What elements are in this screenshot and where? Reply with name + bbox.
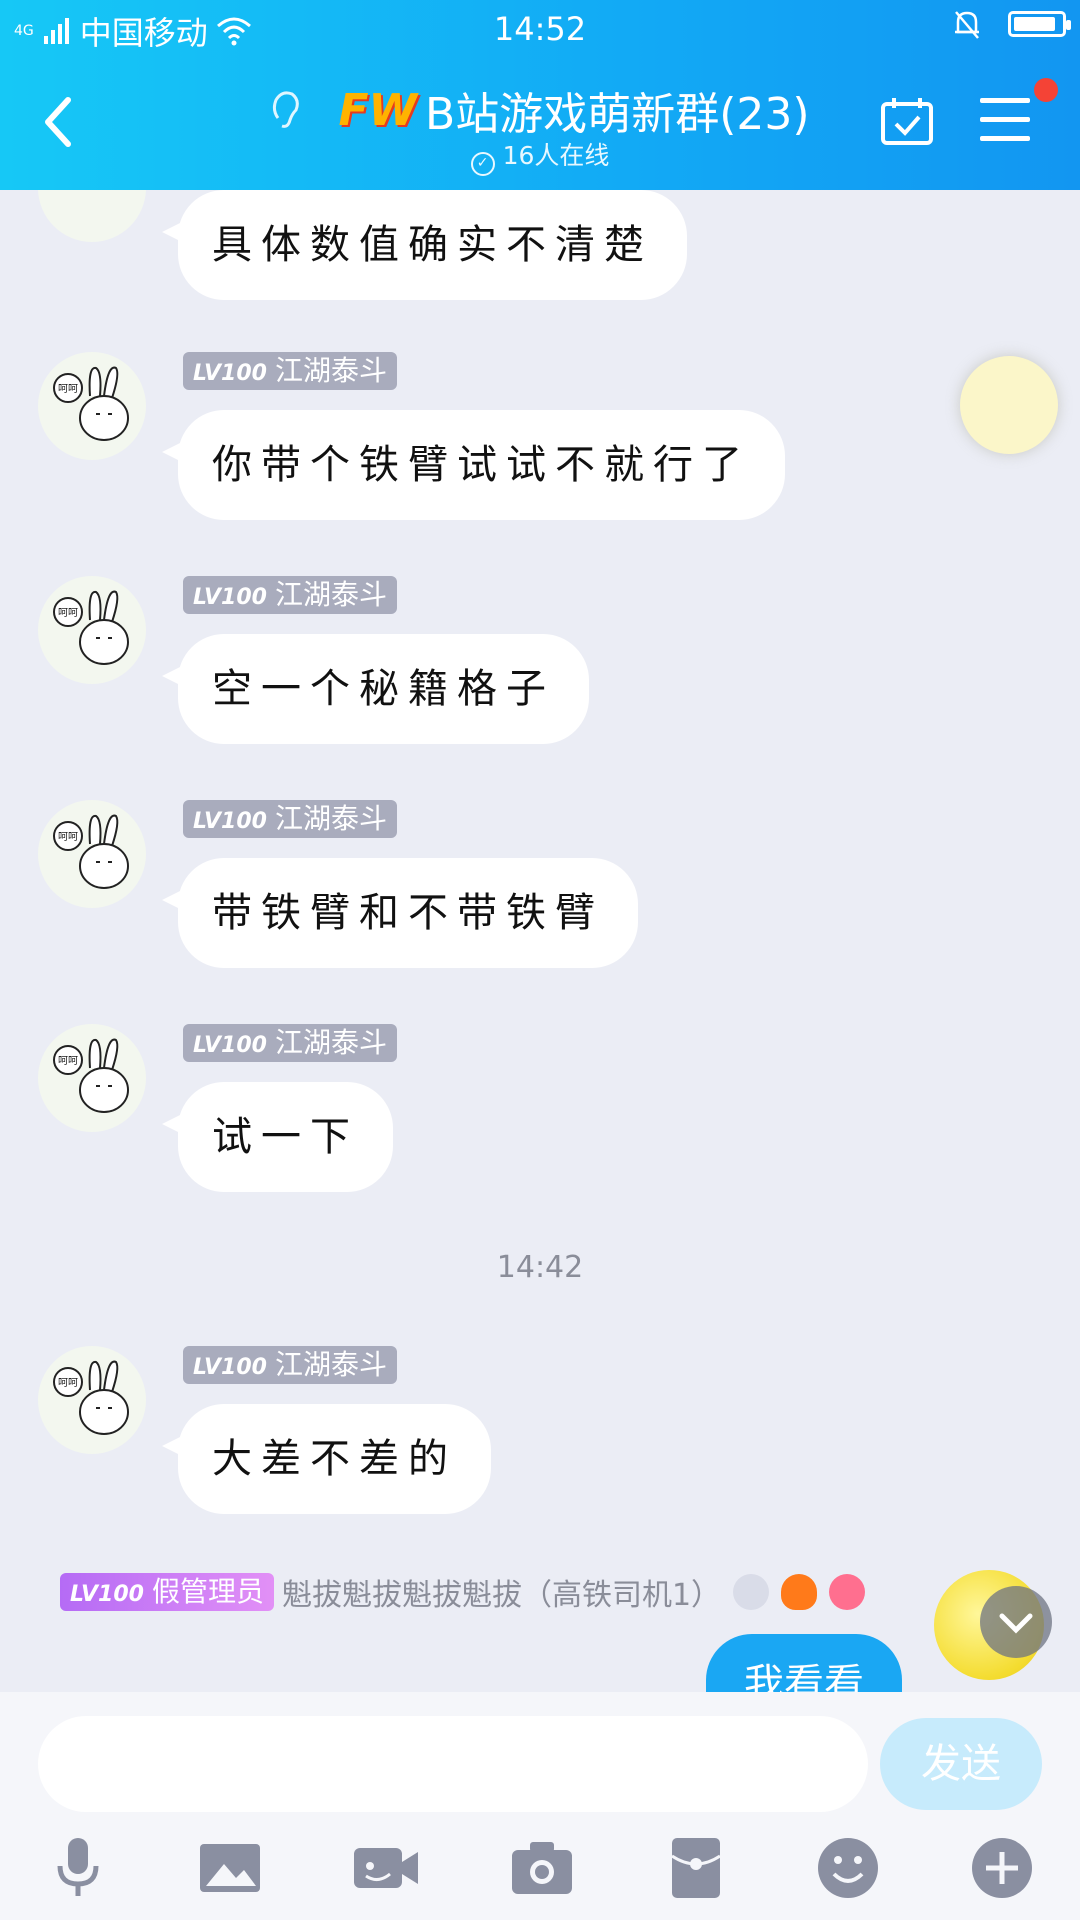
message-bubble[interactable]: 带铁臂和不带铁臂 — [162, 858, 638, 968]
sender-name: 江湖泰斗 — [274, 802, 387, 835]
member-level: LV100 — [193, 585, 267, 610]
rabbit-avatar-icon: 呵呵 — [53, 814, 129, 889]
sender-name: 江湖泰斗 — [274, 1348, 387, 1381]
vip-shield-icon — [733, 1574, 770, 1610]
ear-icon — [273, 91, 300, 128]
sender-name: 江湖泰斗 — [274, 578, 387, 611]
member-badge[interactable]: LV100 江湖泰斗 — [183, 1346, 397, 1384]
avatar[interactable] — [38, 190, 146, 242]
svg-text:呵呵: 呵呵 — [58, 608, 78, 619]
avatar[interactable]: 呵呵 — [38, 352, 146, 460]
member-level: LV100 — [193, 1033, 267, 1058]
online-count-label: 16人在线 — [502, 141, 610, 170]
member-badge[interactable]: LV100 江湖泰斗 — [183, 1024, 397, 1062]
flower-icon — [829, 1574, 866, 1610]
avatar[interactable]: 呵呵 — [38, 1346, 146, 1454]
plus-icon[interactable] — [966, 1832, 1038, 1904]
outgoing-message-bubble[interactable]: 我看看 — [706, 1634, 902, 1692]
member-badge[interactable]: LV100 江湖泰斗 — [183, 352, 397, 390]
emoji-icon[interactable] — [812, 1832, 884, 1904]
svg-text:呵呵: 呵呵 — [58, 1378, 78, 1389]
status-time: 14:52 — [493, 10, 587, 48]
member-level: LV100 — [193, 809, 267, 834]
admin-level: LV100 — [70, 1582, 144, 1607]
microphone-icon[interactable] — [42, 1832, 114, 1904]
message-input[interactable] — [38, 1716, 868, 1812]
member-level: LV100 — [193, 361, 267, 386]
fire-icon — [781, 1574, 818, 1610]
rabbit-avatar-icon: 呵呵 — [53, 366, 129, 441]
floating-assistant-icon[interactable] — [960, 356, 1058, 454]
avatar[interactable]: 呵呵 — [38, 800, 146, 908]
bell-muted-icon — [955, 11, 979, 39]
image-icon[interactable] — [194, 1832, 266, 1904]
rabbit-avatar-icon: 呵呵 — [53, 1360, 129, 1435]
composer-toolbar — [0, 1832, 1080, 1920]
online-check-icon: ✓ — [470, 152, 495, 176]
message-bubble[interactable]: 空一个秘籍格子 — [162, 634, 589, 744]
admin-name: 魁拔魁拔魁拔魁拔（高铁司机1） — [281, 1578, 722, 1613]
svg-text:呵呵: 呵呵 — [58, 1056, 78, 1067]
sender-name: 江湖泰斗 — [274, 1026, 387, 1059]
svg-text:呵呵: 呵呵 — [58, 384, 78, 395]
member-level: LV100 — [193, 1355, 267, 1380]
chat-header: 4G 中国移动 14:52 FW B站游戏萌新群(23) ✓ 16人在线 — [0, 0, 1080, 190]
group-logo: FW — [338, 84, 418, 136]
status-right — [952, 8, 1071, 40]
admin-role: 假管理员 — [151, 1575, 264, 1608]
rabbit-avatar-icon: 呵呵 — [53, 590, 129, 665]
message-list[interactable]: 具体数值确实不清楚 呵呵 LV100 江湖泰斗 你带个铁臂试试不就行了 呵呵 L… — [0, 190, 1080, 1692]
admin-badge: LV100 假管理员 — [60, 1573, 274, 1611]
send-button[interactable]: 发送 — [880, 1718, 1042, 1810]
message-bubble[interactable]: 大差不差的 — [162, 1404, 491, 1514]
group-name: B站游戏萌新群(23) — [425, 89, 810, 140]
svg-text:呵呵: 呵呵 — [58, 832, 78, 843]
composer: 发送 — [0, 1692, 1080, 1920]
menu-icon[interactable] — [980, 98, 1030, 142]
notification-dot — [1034, 78, 1058, 102]
message-bubble[interactable]: 具体数值确实不清楚 — [162, 190, 687, 300]
red-packet-icon[interactable] — [660, 1832, 732, 1904]
camera-icon[interactable] — [506, 1832, 578, 1904]
member-badge[interactable]: LV100 江湖泰斗 — [183, 800, 397, 838]
message-timestamp: 14:42 — [496, 1250, 584, 1285]
admin-sender-row[interactable]: LV100 假管理员 魁拔魁拔魁拔魁拔（高铁司机1） — [60, 1570, 866, 1614]
rabbit-avatar-icon: 呵呵 — [53, 1038, 129, 1113]
battery-icon — [1008, 11, 1071, 37]
member-badge[interactable]: LV100 江湖泰斗 — [183, 576, 397, 614]
video-call-icon[interactable] — [350, 1832, 422, 1904]
avatar[interactable]: 呵呵 — [38, 576, 146, 684]
sender-name: 江湖泰斗 — [274, 354, 387, 387]
status-bar: 4G 中国移动 14:52 — [0, 0, 1080, 56]
avatar[interactable]: 呵呵 — [38, 1024, 146, 1132]
calendar-check-icon[interactable] — [880, 96, 934, 146]
message-bubble[interactable]: 试一下 — [162, 1082, 393, 1192]
message-bubble[interactable]: 你带个铁臂试试不就行了 — [162, 410, 785, 520]
scroll-down-icon[interactable] — [980, 1586, 1052, 1658]
